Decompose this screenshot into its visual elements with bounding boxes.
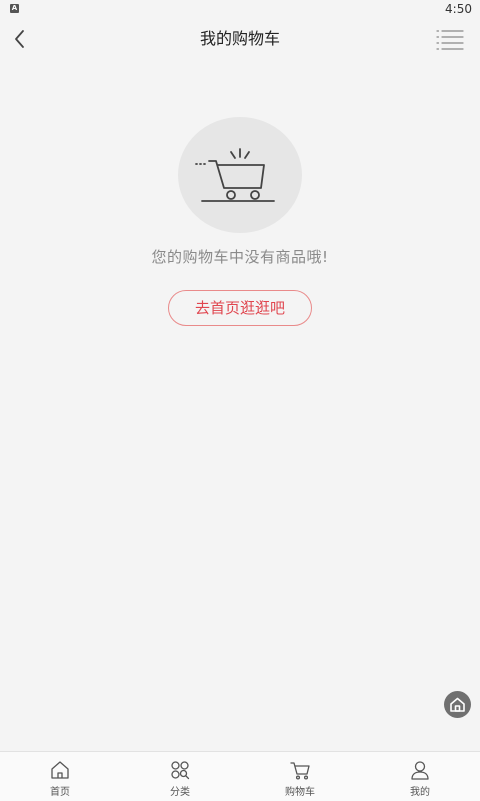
page-title: 我的购物车 [199,29,280,48]
header: 我的购物车 [0,18,480,60]
tab-cart-label: 购物车 [285,787,315,798]
menu-button[interactable] [436,26,464,52]
tab-mine[interactable]: 我的 [360,752,480,801]
user-icon [411,761,429,780]
floating-home-button[interactable] [444,691,471,718]
cart-icon [290,762,310,780]
empty-cart-message: 您的购物车中没有商品哦! [151,248,329,266]
bottom-tab-bar: 首页 分类 购物车 我的 [0,751,480,801]
tab-category-label: 分类 [170,787,190,798]
go-home-button[interactable]: 去首页逛逛吧 [168,290,312,326]
status-bar: A 4:50 [0,0,480,18]
empty-cart-icon [195,148,275,202]
home-icon [51,761,69,779]
home-icon [450,697,465,712]
tab-mine-label: 我的 [410,787,430,798]
tab-home-label: 首页 [50,787,70,798]
status-time: 4:50 [445,2,472,16]
tab-home[interactable]: 首页 [0,752,120,801]
tab-category[interactable]: 分类 [120,752,240,801]
app-notification-icon: A [10,4,19,13]
tab-cart[interactable]: 购物车 [240,752,360,801]
empty-cart-illustration [178,117,302,233]
list-menu-icon [436,30,464,50]
category-icon [171,761,190,780]
